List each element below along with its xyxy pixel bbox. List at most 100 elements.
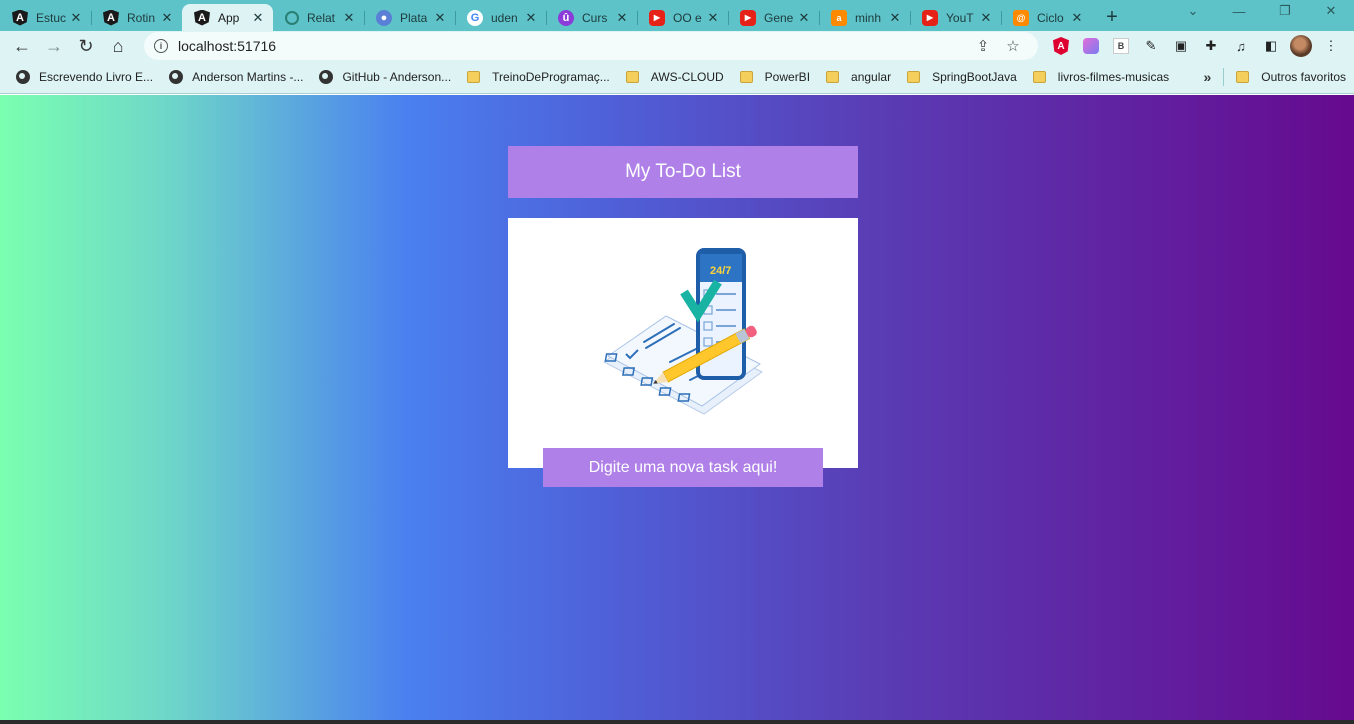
bookmark-folder[interactable]: livros-filmes-musicas bbox=[1025, 65, 1177, 89]
browser-tab[interactable]: Relat ✕ bbox=[273, 4, 364, 31]
site-info-icon[interactable]: i bbox=[154, 39, 168, 53]
close-icon[interactable]: ✕ bbox=[797, 10, 811, 26]
folder-icon bbox=[739, 71, 753, 83]
tab-title: Estuc bbox=[36, 10, 67, 25]
tab-title: OO e bbox=[673, 10, 702, 25]
close-icon[interactable]: ✕ bbox=[524, 10, 538, 26]
browser-tab-active[interactable]: A App ✕ bbox=[182, 4, 273, 31]
prism-extension-icon[interactable] bbox=[1076, 34, 1106, 58]
menu-kebab-icon[interactable]: ⋮ bbox=[1316, 34, 1346, 58]
bookmark-label: livros-filmes-musicas bbox=[1057, 70, 1170, 84]
close-icon[interactable]: ✕ bbox=[69, 10, 83, 26]
browser-tab[interactable]: û Curs ✕ bbox=[546, 4, 637, 31]
browser-tab[interactable]: G uden ✕ bbox=[455, 4, 546, 31]
tab-title: Curs bbox=[582, 10, 608, 25]
bookmark-label: PowerBI bbox=[764, 70, 811, 84]
globe-icon bbox=[169, 70, 184, 84]
bookmark-folder[interactable]: angular bbox=[818, 65, 899, 89]
bookmark-folder[interactable]: SpringBootJava bbox=[899, 65, 1025, 89]
tab-title: Rotin bbox=[127, 10, 156, 25]
b-extension-icon[interactable]: B bbox=[1106, 34, 1136, 58]
bookmark-label: TreinoDeProgramaç... bbox=[492, 70, 610, 84]
ciclo-icon: @ bbox=[1013, 9, 1029, 26]
chevron-right-icon[interactable]: » bbox=[1196, 69, 1220, 85]
platform-icon: ● bbox=[376, 9, 392, 26]
tab-title: minh bbox=[855, 10, 882, 25]
cast-extension-icon[interactable]: ▣ bbox=[1166, 34, 1196, 58]
bookmark-label: GitHub - Anderson... bbox=[342, 70, 452, 84]
youtube-icon: ▶ bbox=[740, 9, 756, 26]
tab-strip: A Estuc ✕ A Rotin ✕ A App ✕ Relat ✕ ● Pl… bbox=[0, 0, 1354, 31]
folder-icon bbox=[907, 71, 921, 83]
reload-button[interactable]: ↻ bbox=[70, 32, 102, 60]
tab-search-icon[interactable]: ⌄ bbox=[1170, 0, 1216, 22]
share-icon[interactable]: ⇪ bbox=[968, 37, 998, 55]
bookmark-item[interactable]: Escrevendo Livro E... bbox=[8, 65, 161, 89]
illustration-card: 24/7 bbox=[508, 218, 858, 468]
browser-tab[interactable]: ▶ OO e ✕ bbox=[637, 4, 728, 31]
close-icon[interactable]: ✕ bbox=[979, 10, 993, 26]
back-button[interactable]: ← bbox=[6, 32, 38, 60]
bookmark-label: Anderson Martins -... bbox=[192, 70, 304, 84]
folder-icon bbox=[467, 71, 481, 83]
angular-icon: A bbox=[103, 9, 119, 26]
folder-icon bbox=[826, 71, 840, 83]
media-control-icon[interactable]: ♫ bbox=[1226, 34, 1256, 58]
profile-avatar[interactable] bbox=[1286, 34, 1316, 58]
tab-title: uden bbox=[491, 10, 518, 25]
close-icon[interactable]: ✕ bbox=[160, 10, 174, 26]
angular-devtools-icon[interactable]: A bbox=[1046, 34, 1076, 58]
extensions-puzzle-icon[interactable]: ✚ bbox=[1196, 34, 1226, 58]
bookmark-label: Escrevendo Livro E... bbox=[39, 70, 154, 84]
alura-icon: a bbox=[831, 9, 847, 26]
tab-title: Gene bbox=[764, 10, 794, 25]
bookmark-star-icon[interactable]: ☆ bbox=[998, 37, 1028, 55]
new-task-input[interactable] bbox=[543, 448, 823, 487]
bookmark-folder[interactable]: TreinoDeProgramaç... bbox=[459, 65, 618, 89]
restore-button[interactable]: ❐ bbox=[1262, 0, 1308, 22]
page-title: My To-Do List bbox=[508, 146, 858, 198]
browser-tab[interactable]: a minh ✕ bbox=[819, 4, 910, 31]
browser-tab[interactable]: ▶ YouT ✕ bbox=[910, 4, 1001, 31]
browser-tab[interactable]: A Rotin ✕ bbox=[91, 4, 182, 31]
close-window-button[interactable]: ✕ bbox=[1308, 0, 1354, 22]
bookmarks-bar: Escrevendo Livro E... Anderson Martins -… bbox=[0, 61, 1354, 94]
close-icon[interactable]: ✕ bbox=[615, 10, 629, 26]
folder-icon bbox=[1032, 71, 1046, 83]
bookmark-item[interactable]: Anderson Martins -... bbox=[161, 65, 311, 89]
bookmark-item[interactable]: GitHub - Anderson... bbox=[311, 65, 459, 89]
forward-button[interactable]: → bbox=[38, 32, 70, 60]
home-button[interactable]: ⌂ bbox=[102, 32, 134, 60]
close-icon[interactable]: ✕ bbox=[1070, 10, 1084, 26]
phone-badge: 24/7 bbox=[710, 265, 731, 277]
youtube-icon: ▶ bbox=[922, 9, 938, 26]
address-bar[interactable]: i localhost:51716 ⇪ ☆ bbox=[144, 32, 1038, 60]
bookmark-label: angular bbox=[851, 70, 892, 84]
bookmark-folder[interactable]: PowerBI bbox=[732, 65, 818, 89]
eyedropper-icon[interactable]: ✎ bbox=[1136, 34, 1166, 58]
tab-title: YouT bbox=[946, 10, 974, 25]
other-bookmarks[interactable]: Outros favoritos bbox=[1228, 65, 1354, 89]
close-icon[interactable]: ✕ bbox=[342, 10, 356, 26]
new-tab-button[interactable]: + bbox=[1092, 4, 1132, 31]
address-url[interactable]: localhost:51716 bbox=[178, 38, 968, 54]
minimize-button[interactable]: — bbox=[1216, 0, 1262, 22]
bookmark-folder[interactable]: AWS-CLOUD bbox=[618, 65, 732, 89]
browser-tab[interactable]: A Estuc ✕ bbox=[0, 4, 91, 31]
folder-icon bbox=[625, 71, 639, 83]
bookmarks-overflow: » Outros favoritos bbox=[1196, 65, 1354, 89]
youtube-icon: ▶ bbox=[649, 9, 665, 26]
browser-tab[interactable]: ● Plata ✕ bbox=[364, 4, 455, 31]
close-icon[interactable]: ✕ bbox=[433, 10, 447, 26]
browser-toolbar: ← → ↻ ⌂ i localhost:51716 ⇪ ☆ A B ✎ ▣ ✚ … bbox=[0, 31, 1354, 61]
extensions-area: A B ✎ ▣ ✚ ♫ ◧ ⋮ bbox=[1046, 34, 1346, 58]
close-icon[interactable]: ✕ bbox=[888, 10, 902, 26]
folder-icon bbox=[1236, 71, 1250, 83]
angular-icon: A bbox=[12, 9, 28, 26]
google-icon: G bbox=[467, 9, 483, 26]
browser-tab[interactable]: ▶ Gene ✕ bbox=[728, 4, 819, 31]
side-panel-icon[interactable]: ◧ bbox=[1256, 34, 1286, 58]
close-icon[interactable]: ✕ bbox=[706, 10, 720, 26]
close-icon[interactable]: ✕ bbox=[251, 10, 265, 26]
browser-tab[interactable]: @ Ciclo ✕ bbox=[1001, 4, 1092, 31]
